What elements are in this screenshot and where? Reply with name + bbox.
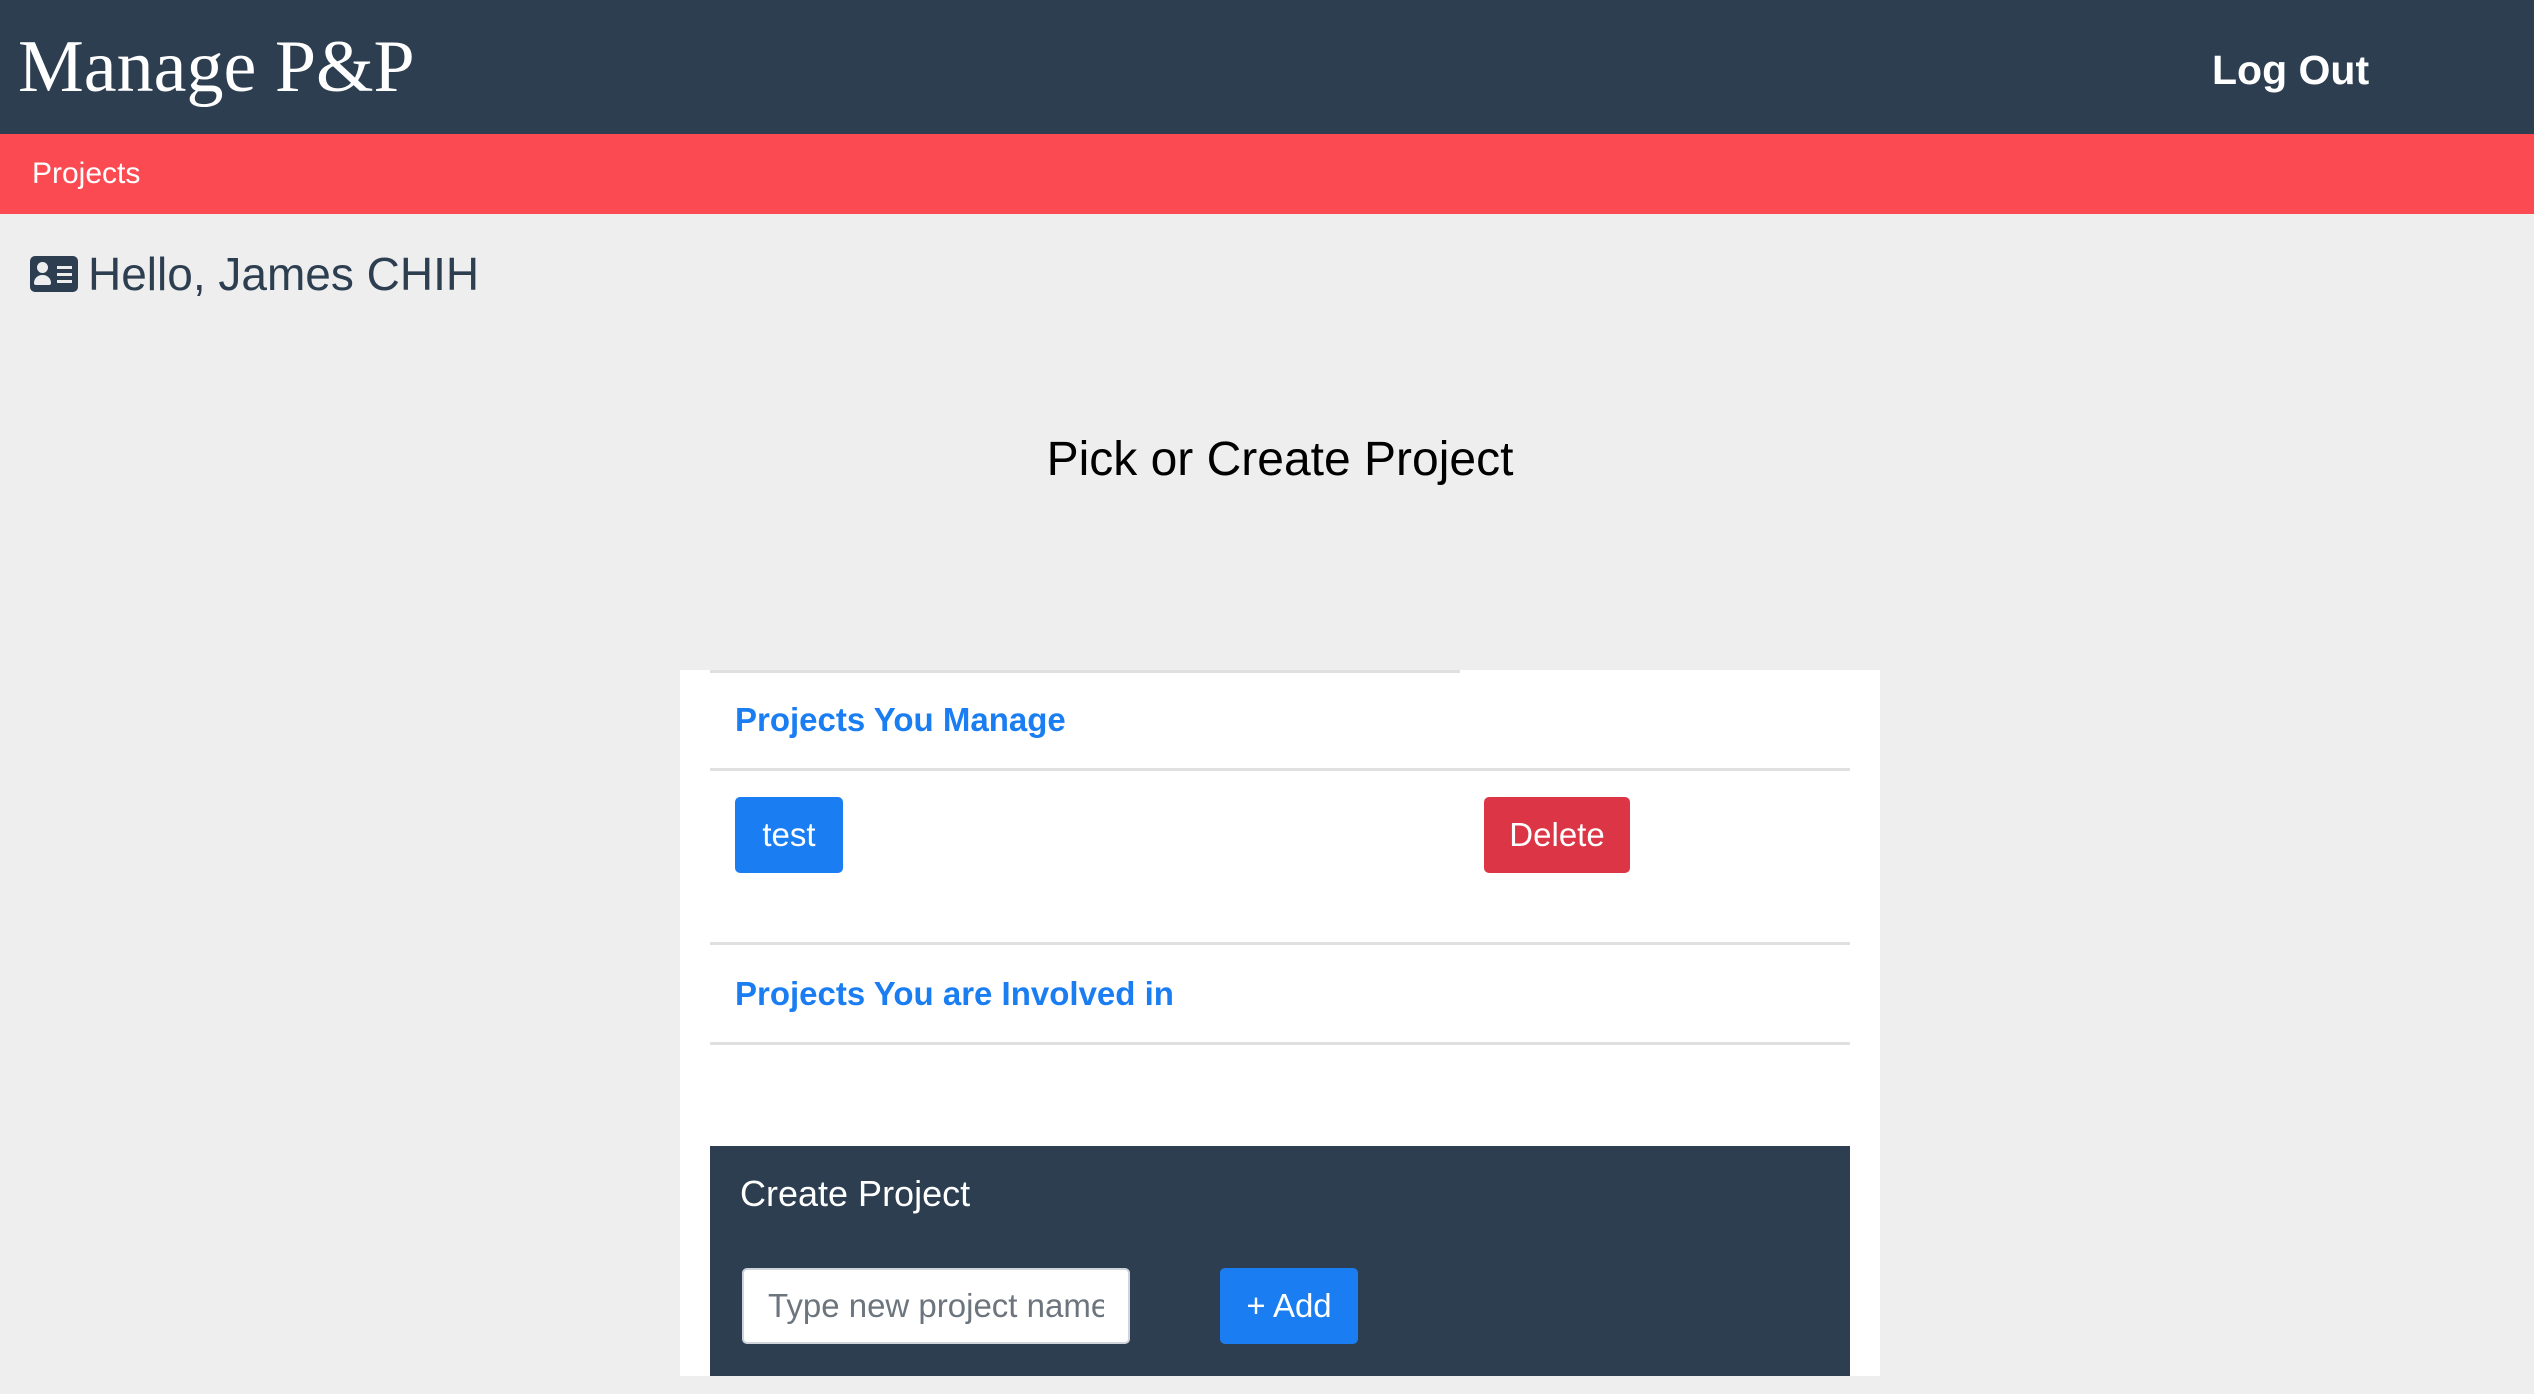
create-project-title: Create Project xyxy=(740,1173,971,1214)
top-header: Manage P&P Log Out xyxy=(0,0,2534,134)
app-brand: Manage P&P xyxy=(18,26,415,108)
project-button-test[interactable]: test xyxy=(735,797,843,873)
divider xyxy=(710,1042,1850,1045)
involved-projects-heading: Projects You are Involved in xyxy=(735,975,1174,1012)
divider xyxy=(710,670,1460,673)
divider xyxy=(710,942,1850,945)
divider xyxy=(710,768,1850,771)
projects-panel: Projects You Manage test Delete Projects… xyxy=(680,670,1880,1376)
logout-button[interactable]: Log Out xyxy=(2212,40,2369,100)
user-greeting: Hello, James CHIH xyxy=(30,244,479,304)
nav-item-projects[interactable]: Projects xyxy=(32,150,140,198)
id-card-icon xyxy=(30,256,78,292)
delete-project-button[interactable]: Delete xyxy=(1484,797,1630,873)
greeting-text: Hello, James CHIH xyxy=(88,248,480,300)
nav-bar: Projects xyxy=(0,134,2534,214)
create-project-card: Create Project + Add xyxy=(710,1146,1850,1376)
managed-projects-heading: Projects You Manage xyxy=(735,701,1066,738)
add-project-button[interactable]: + Add xyxy=(1220,1268,1358,1344)
new-project-name-input[interactable] xyxy=(742,1268,1130,1344)
page-title: Pick or Create Project xyxy=(1046,433,1514,486)
